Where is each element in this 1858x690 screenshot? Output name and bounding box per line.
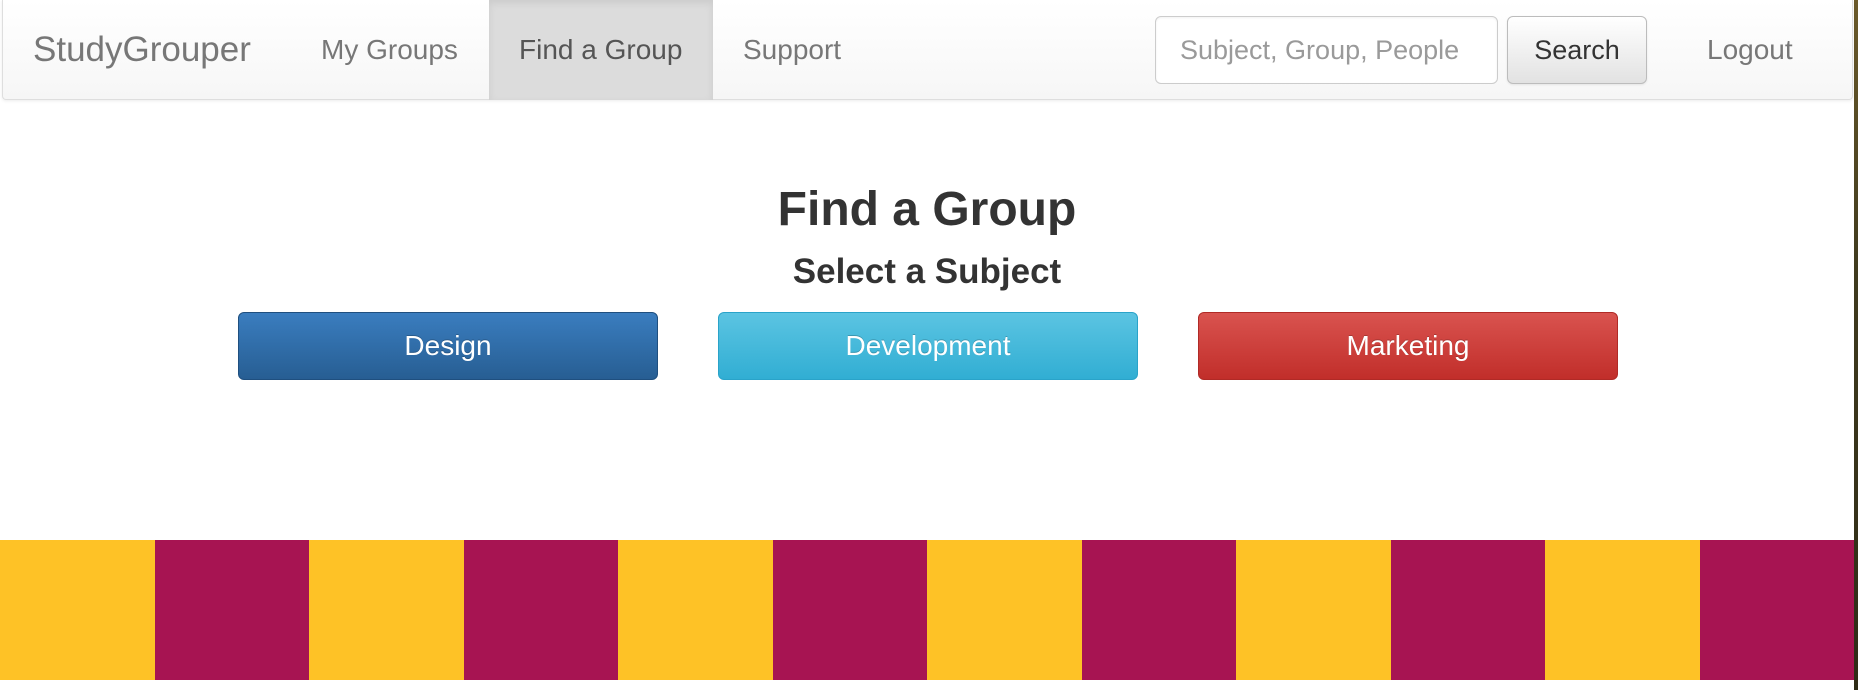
banner-cell [927,540,1082,680]
subject-button-marketing[interactable]: Marketing [1198,312,1618,380]
search-input[interactable] [1155,16,1498,84]
banner-cell [1699,540,1854,680]
brand-logo[interactable]: StudyGrouper [33,0,251,100]
subject-button-development[interactable]: Development [718,312,1138,380]
banner-cell [1390,540,1545,680]
banner-cell [1236,540,1391,680]
window-edge [1854,0,1858,690]
banner-cell [1081,540,1236,680]
banner-cell [309,540,464,680]
page-bottom [0,680,1854,690]
checkered-banner [0,540,1854,680]
page-title: Find a Group [777,183,1077,236]
banner-cell [463,540,618,680]
logout-link[interactable]: Logout [1677,0,1823,100]
nav-item-find-a-group[interactable]: Find a Group [489,0,713,100]
banner-cell [154,540,309,680]
nav-item-support[interactable]: Support [713,0,871,100]
top-navbar: StudyGrouper My Groups Find a Group Supp… [2,0,1853,100]
banner-cell [772,540,927,680]
banner-cell [618,540,773,680]
page-subtitle: Select a Subject [792,252,1062,291]
subject-button-design[interactable]: Design [238,312,658,380]
banner-cell [1545,540,1700,680]
search-button[interactable]: Search [1507,16,1647,84]
banner-cell [0,540,155,680]
nav-item-my-groups[interactable]: My Groups [291,0,488,100]
